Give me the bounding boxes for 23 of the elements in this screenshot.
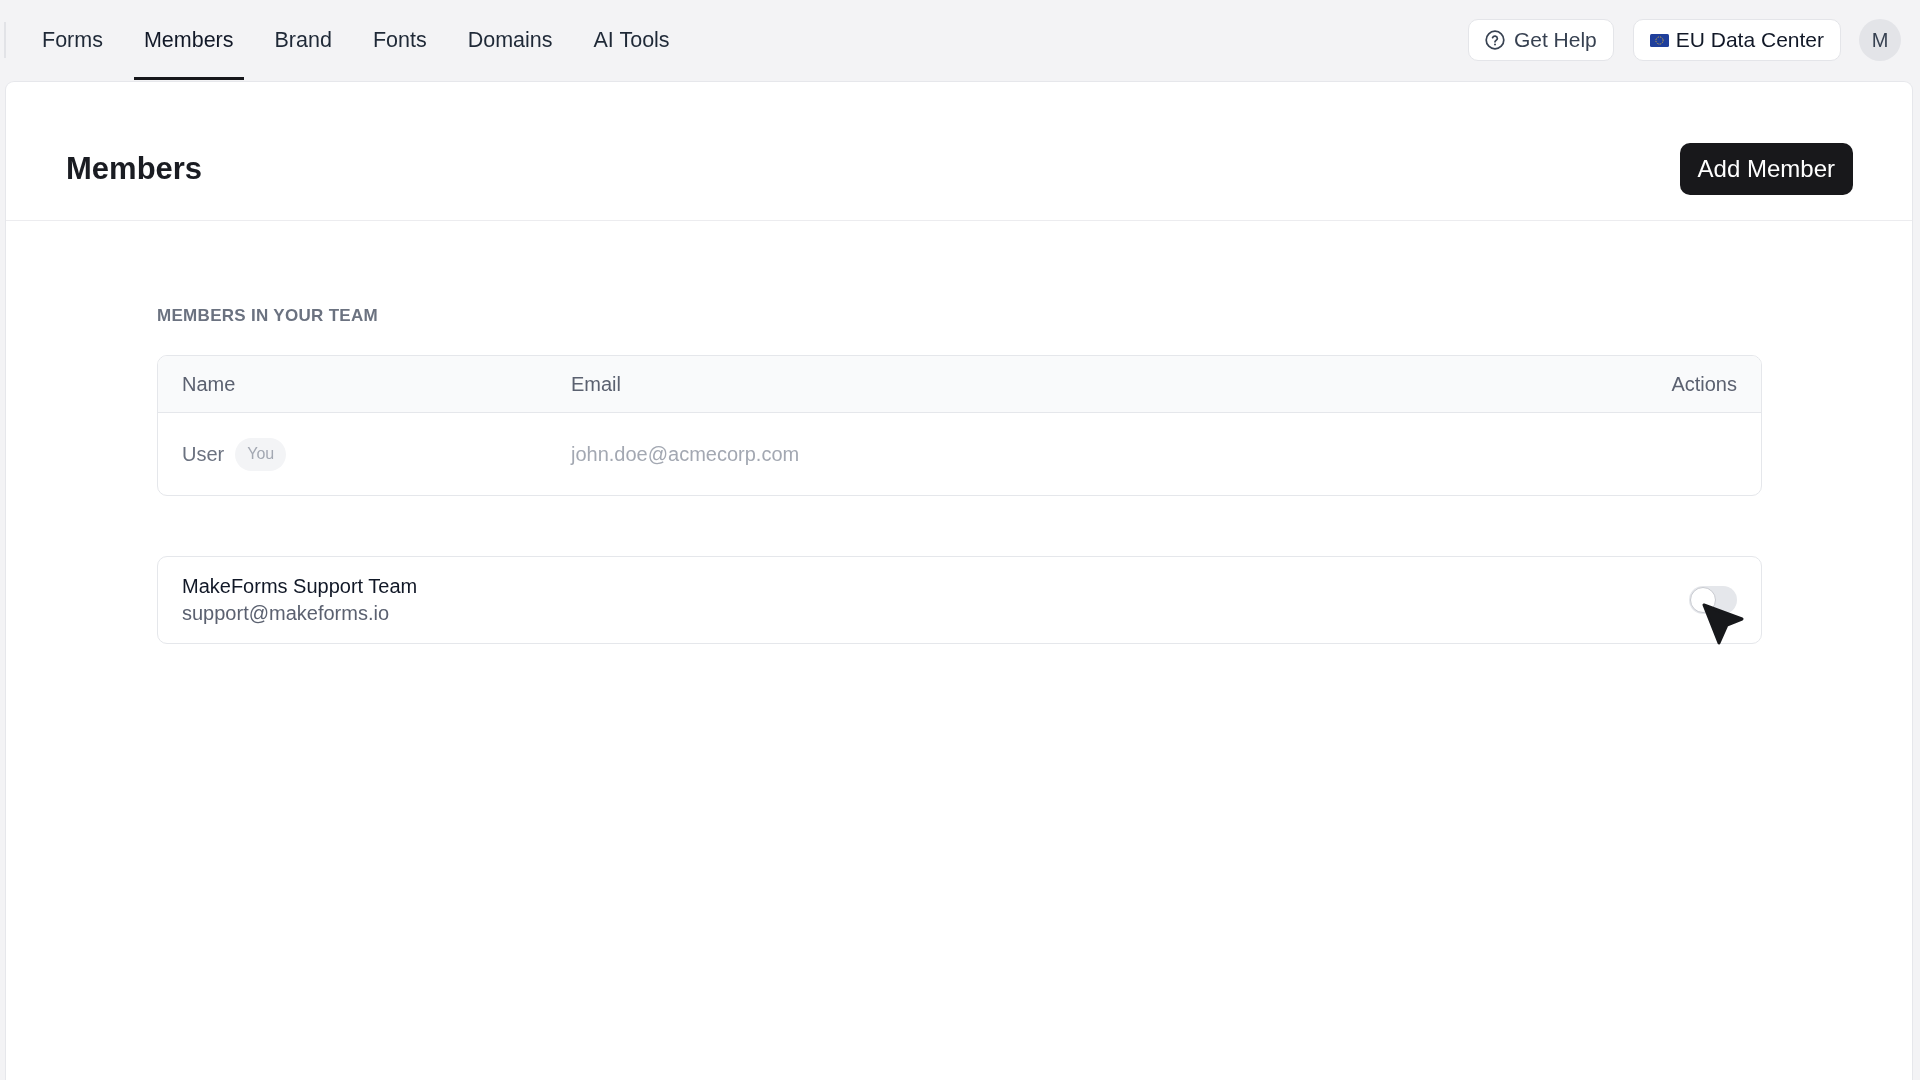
help-icon — [1484, 30, 1505, 50]
nav-tab[interactable]: Forms — [32, 0, 113, 80]
cursor-icon — [1701, 602, 1745, 646]
page-title: Members — [66, 151, 203, 187]
member-email: john.doe@acmecorp.com — [571, 442, 800, 465]
nav-tab[interactable]: AI Tools — [583, 0, 680, 80]
nav-tab[interactable]: Fonts — [362, 0, 437, 80]
flag-icon — [1649, 33, 1669, 47]
help-button[interactable]: Get Help — [1467, 19, 1614, 61]
region-button[interactable]: EU Data Center — [1632, 19, 1841, 61]
support-email: support@makeforms.io — [182, 602, 391, 625]
support-name: MakeForms Support Team — [182, 575, 418, 598]
column-header: Email — [571, 372, 622, 396]
access-toggle[interactable] — [1689, 586, 1737, 614]
column-header: Name — [182, 372, 237, 396]
nav-tab[interactable]: Brand — [264, 0, 342, 80]
member-name: User — [182, 442, 225, 466]
add-member-button[interactable]: Add Member — [1679, 143, 1853, 195]
you-badge: You — [235, 437, 287, 471]
column-header: Actions — [1671, 372, 1737, 396]
section-title: MEMBERS IN YOUR TEAM — [157, 306, 380, 326]
avatar[interactable]: M — [1859, 19, 1901, 61]
nav-tab[interactable]: Domains — [457, 0, 563, 80]
